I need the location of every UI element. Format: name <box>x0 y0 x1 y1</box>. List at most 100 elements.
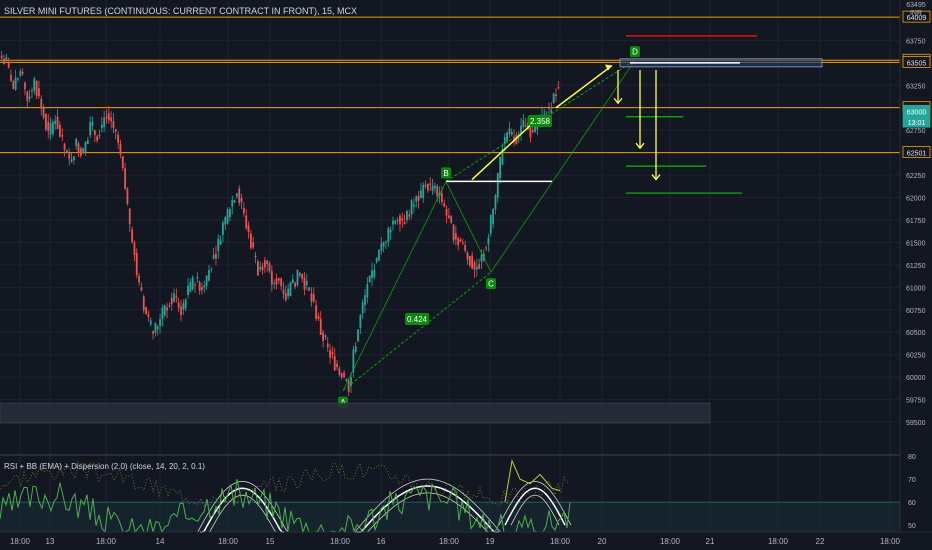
candle-body <box>177 302 180 308</box>
symbol-title[interactable]: SILVER MINI FUTURES (CONTINUOUS: CURRENT… <box>4 6 357 16</box>
indicator-tick-label: 60 <box>908 500 916 507</box>
time-tick-label: 18:00 <box>330 537 351 546</box>
candle-body <box>65 149 68 153</box>
candle-body <box>245 215 248 229</box>
candle-body <box>217 238 220 252</box>
candle-body <box>354 346 357 352</box>
currency-top: 63495 <box>906 2 926 9</box>
candle-body <box>548 107 550 109</box>
candle-body <box>107 113 110 121</box>
candle-body <box>333 356 336 371</box>
candle-body <box>19 71 22 76</box>
candle-body <box>312 294 315 302</box>
candle-body <box>236 193 238 197</box>
candle-body <box>499 156 502 179</box>
candle-body <box>543 113 546 115</box>
candle-body <box>426 184 429 191</box>
candle-body <box>273 282 276 284</box>
candle-body <box>492 208 495 225</box>
candle-body <box>557 87 560 89</box>
pattern-point-label: B <box>443 169 448 178</box>
candle-body <box>394 220 397 224</box>
candle-body <box>35 80 38 96</box>
candle-body <box>63 143 66 151</box>
candle-body <box>294 282 297 287</box>
price-tick-label: 62750 <box>906 128 926 135</box>
candle-body <box>389 229 392 233</box>
candle-body <box>72 156 75 161</box>
candle-body <box>184 299 187 309</box>
chart-grid <box>0 0 900 532</box>
candle-body <box>268 263 271 272</box>
candle-body <box>224 217 227 225</box>
candle-body <box>392 220 394 225</box>
candle-body <box>247 225 250 232</box>
candle-body <box>138 275 140 283</box>
candle-body <box>359 315 362 328</box>
candle-body <box>135 253 138 276</box>
candle-body <box>149 320 152 325</box>
target-lines[interactable] <box>613 35 823 194</box>
price-label: 62501 <box>907 151 927 158</box>
candle-body <box>26 91 29 101</box>
price-tick-label: 60750 <box>906 308 926 315</box>
candle-body <box>100 124 103 129</box>
candle-body <box>361 302 364 314</box>
candle-body <box>256 261 259 276</box>
candle-body <box>413 204 415 207</box>
time-tick-label: 18:00 <box>880 537 901 546</box>
candle-body <box>96 136 99 141</box>
candle-body <box>12 80 15 89</box>
pattern-point-label: D <box>632 48 638 57</box>
candle-body <box>166 307 168 311</box>
candle-body <box>503 137 506 144</box>
indicator-tick-label: 50 <box>908 523 916 530</box>
candle-body <box>252 242 255 248</box>
candle-body <box>45 114 47 130</box>
candle-body <box>326 343 329 348</box>
indicator-title[interactable]: RSI + BB (EMA) + Dispersion (2.0) (close… <box>4 462 205 471</box>
pattern-leg[interactable] <box>342 59 636 391</box>
candle-body <box>289 282 292 297</box>
time-tick-label: 18:00 <box>218 537 239 546</box>
candle-body <box>212 254 215 259</box>
scrollbar-area[interactable] <box>0 402 711 424</box>
candle-body <box>385 241 387 243</box>
candle-body <box>466 252 469 260</box>
candle-body <box>54 120 57 124</box>
indicator-tick-label: 70 <box>908 477 916 484</box>
candle-body <box>156 326 159 330</box>
candle-body <box>133 242 136 256</box>
candle-body <box>142 296 145 311</box>
candle-body <box>82 148 85 154</box>
candle-body <box>317 315 320 319</box>
candle-body <box>378 250 380 261</box>
candle-body <box>371 270 373 279</box>
candle-body <box>457 238 460 246</box>
candle-body <box>70 159 73 162</box>
candle-body <box>468 255 471 266</box>
candle-body <box>284 293 287 300</box>
candle-body <box>487 237 490 245</box>
candle-body <box>14 77 17 90</box>
price-tick-label: 59750 <box>906 398 926 405</box>
candle-body <box>364 295 366 306</box>
harmonic-pattern[interactable]: ABCD0.4242.358 <box>338 46 640 408</box>
candle-body <box>215 253 217 259</box>
candle-body <box>406 210 408 220</box>
candle-body <box>485 247 488 249</box>
candle-body <box>471 255 474 269</box>
time-tick-label: 14 <box>156 537 165 546</box>
candle-body <box>17 78 19 80</box>
candle-body <box>58 124 61 137</box>
candle-body <box>93 130 96 136</box>
candle-body <box>387 228 390 242</box>
projection-arrow[interactable] <box>555 64 613 109</box>
candle-body <box>249 233 252 249</box>
time-axis[interactable]: 18:00 13 18:00 14 18:00 15 18:00 16 18:00 19 18:00… <box>10 537 901 546</box>
candle-body <box>231 200 234 207</box>
candle-body <box>275 278 278 285</box>
time-tick-label: 16 <box>377 537 386 546</box>
candle-body <box>24 82 26 90</box>
candle-body <box>226 209 229 224</box>
